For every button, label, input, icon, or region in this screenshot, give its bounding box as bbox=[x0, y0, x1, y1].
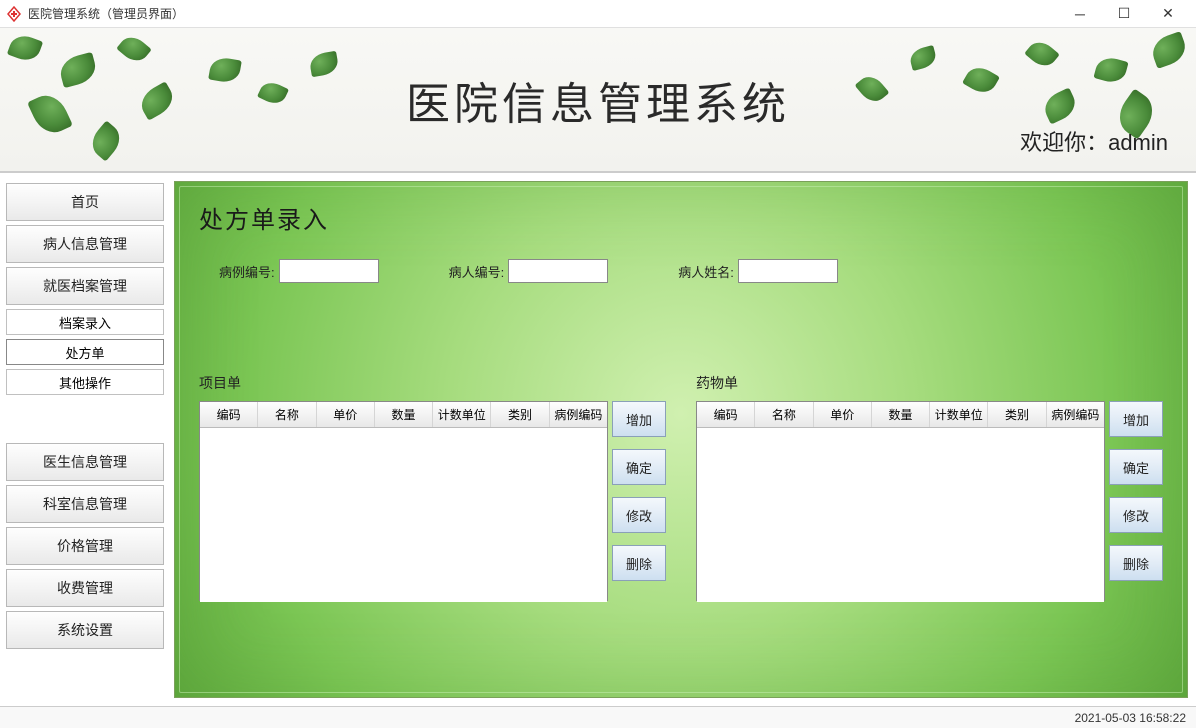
col-name: 名称 bbox=[258, 402, 316, 427]
col-price: 单价 bbox=[317, 402, 375, 427]
sidebar-gap bbox=[6, 399, 164, 439]
close-button[interactable]: ✕ bbox=[1146, 0, 1190, 28]
col-name: 名称 bbox=[755, 402, 813, 427]
field-record-no: 病例编号: bbox=[219, 259, 379, 283]
project-table[interactable]: 编码 名称 单价 数量 计数单位 类别 病例编码 bbox=[199, 401, 608, 601]
project-table-body[interactable] bbox=[200, 428, 607, 602]
project-confirm-button[interactable]: 确定 bbox=[612, 449, 666, 485]
status-datetime: 2021-05-03 16:58:22 bbox=[1075, 711, 1186, 725]
medicine-table[interactable]: 编码 名称 单价 数量 计数单位 类别 病例编码 bbox=[696, 401, 1105, 601]
decor-leaves-left bbox=[0, 28, 380, 173]
input-patient-no[interactable] bbox=[508, 259, 608, 283]
medicine-add-button[interactable]: 增加 bbox=[1109, 401, 1163, 437]
col-record-code: 病例编码 bbox=[550, 402, 607, 427]
medicine-confirm-button[interactable]: 确定 bbox=[1109, 449, 1163, 485]
sidebar-item-price[interactable]: 价格管理 bbox=[6, 527, 164, 565]
project-block: 项目单 编码 名称 单价 数量 计数单位 类别 病例编码 bbox=[199, 373, 666, 601]
main-panel: 处方单录入 病例编号: 病人编号: 病人姓名: 项目单 bbox=[174, 181, 1188, 698]
col-unit: 计数单位 bbox=[433, 402, 491, 427]
project-label: 项目单 bbox=[199, 373, 666, 393]
title-bar: 医院管理系统（管理员界面） ─ ☐ ✕ bbox=[0, 0, 1196, 28]
label-patient-name: 病人姓名: bbox=[678, 262, 734, 281]
col-category: 类别 bbox=[491, 402, 549, 427]
col-price: 单价 bbox=[814, 402, 872, 427]
project-delete-button[interactable]: 删除 bbox=[612, 545, 666, 581]
col-record-code: 病例编码 bbox=[1047, 402, 1104, 427]
medicine-label: 药物单 bbox=[696, 373, 1163, 393]
input-patient-name[interactable] bbox=[738, 259, 838, 283]
minimize-button[interactable]: ─ bbox=[1058, 0, 1102, 28]
panel-title: 处方单录入 bbox=[199, 200, 1163, 235]
sidebar-item-home[interactable]: 首页 bbox=[6, 183, 164, 221]
workspace: 首页 病人信息管理 就医档案管理 档案录入 处方单 其他操作 医生信息管理 科室… bbox=[0, 173, 1196, 706]
form-row: 病例编号: 病人编号: 病人姓名: bbox=[199, 259, 1163, 283]
medicine-block: 药物单 编码 名称 单价 数量 计数单位 类别 病例编码 bbox=[696, 373, 1163, 601]
field-patient-no: 病人编号: bbox=[449, 259, 609, 283]
col-qty: 数量 bbox=[375, 402, 433, 427]
sidebar-item-fee[interactable]: 收费管理 bbox=[6, 569, 164, 607]
field-patient-name: 病人姓名: bbox=[678, 259, 838, 283]
header-banner: 医院信息管理系统 欢迎你：admin bbox=[0, 28, 1196, 173]
label-patient-no: 病人编号: bbox=[449, 262, 505, 281]
window-controls: ─ ☐ ✕ bbox=[1058, 0, 1190, 28]
medicine-table-head: 编码 名称 单价 数量 计数单位 类别 病例编码 bbox=[697, 402, 1104, 428]
medicine-actions: 增加 确定 修改 删除 bbox=[1109, 401, 1163, 601]
project-edit-button[interactable]: 修改 bbox=[612, 497, 666, 533]
welcome-user: admin bbox=[1108, 130, 1168, 155]
project-actions: 增加 确定 修改 删除 bbox=[612, 401, 666, 601]
sidebar-item-patient-info[interactable]: 病人信息管理 bbox=[6, 225, 164, 263]
welcome-text: 欢迎你：admin bbox=[1020, 125, 1168, 157]
sidebar-item-system[interactable]: 系统设置 bbox=[6, 611, 164, 649]
sidebar-item-medical-records[interactable]: 就医档案管理 bbox=[6, 267, 164, 305]
col-qty: 数量 bbox=[872, 402, 930, 427]
medicine-edit-button[interactable]: 修改 bbox=[1109, 497, 1163, 533]
project-add-button[interactable]: 增加 bbox=[612, 401, 666, 437]
sidebar: 首页 病人信息管理 就医档案管理 档案录入 处方单 其他操作 医生信息管理 科室… bbox=[0, 173, 170, 706]
tables-row: 项目单 编码 名称 单价 数量 计数单位 类别 病例编码 bbox=[199, 373, 1163, 601]
welcome-prefix: 欢迎你： bbox=[1020, 130, 1108, 155]
window-title: 医院管理系统（管理员界面） bbox=[28, 5, 1058, 22]
sidebar-sub-prescription[interactable]: 处方单 bbox=[6, 339, 164, 365]
sidebar-item-doctor-info[interactable]: 医生信息管理 bbox=[6, 443, 164, 481]
medicine-table-body[interactable] bbox=[697, 428, 1104, 602]
input-record-no[interactable] bbox=[279, 259, 379, 283]
page-title: 医院信息管理系统 bbox=[406, 68, 790, 132]
col-code: 编码 bbox=[200, 402, 258, 427]
status-bar: 2021-05-03 16:58:22 bbox=[0, 706, 1196, 728]
col-unit: 计数单位 bbox=[930, 402, 988, 427]
medicine-delete-button[interactable]: 删除 bbox=[1109, 545, 1163, 581]
col-code: 编码 bbox=[697, 402, 755, 427]
label-record-no: 病例编号: bbox=[219, 262, 275, 281]
maximize-button[interactable]: ☐ bbox=[1102, 0, 1146, 28]
project-table-head: 编码 名称 单价 数量 计数单位 类别 病例编码 bbox=[200, 402, 607, 428]
col-category: 类别 bbox=[988, 402, 1046, 427]
sidebar-item-dept-info[interactable]: 科室信息管理 bbox=[6, 485, 164, 523]
app-icon bbox=[6, 6, 22, 22]
sidebar-sub-other[interactable]: 其他操作 bbox=[6, 369, 164, 395]
sidebar-sub-record-entry[interactable]: 档案录入 bbox=[6, 309, 164, 335]
